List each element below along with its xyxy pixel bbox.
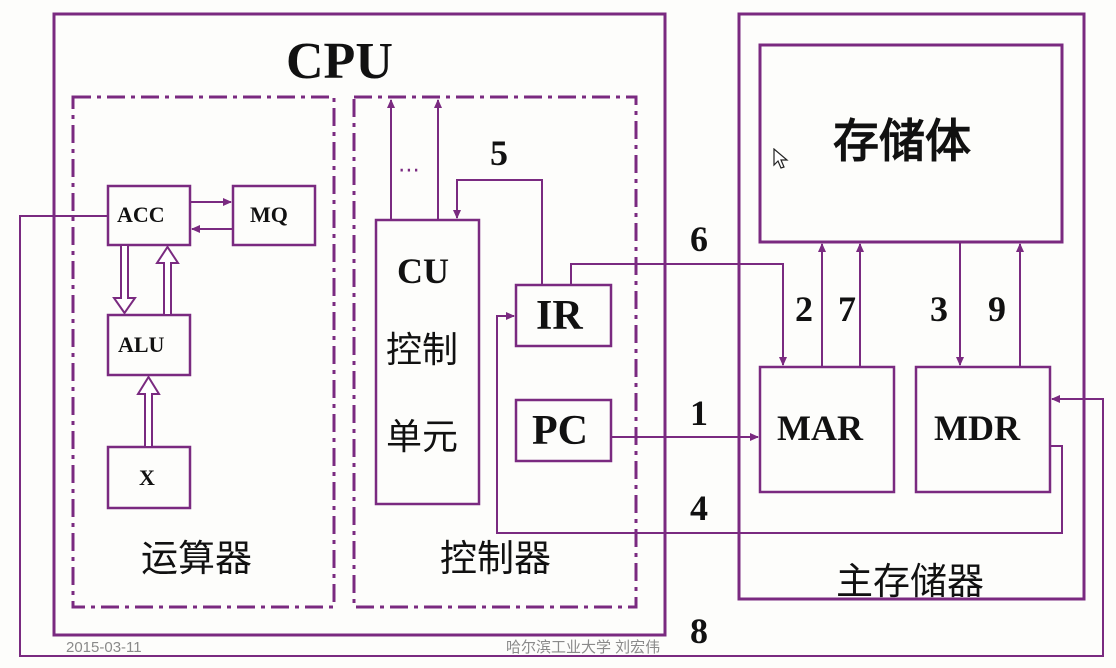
- path-6-ir-to-mar: [570, 263, 787, 366]
- mouse-cursor-icon: [773, 148, 789, 169]
- alu-label: ALU: [118, 332, 165, 357]
- cu-label: CU: [397, 251, 449, 291]
- step-label-8: 8: [690, 611, 708, 651]
- x-to-alu-hollow-arrow: [136, 375, 161, 448]
- step-label-7: 7: [838, 289, 856, 329]
- cu-label-line2: 控制: [386, 330, 459, 371]
- step-label-4: 4: [690, 488, 708, 528]
- step-label-1: 1: [690, 393, 708, 433]
- mar-label: MAR: [777, 408, 863, 448]
- alu-to-acc-hollow-arrow: [155, 245, 180, 316]
- arithmetic-unit-caption: 运算器: [141, 537, 252, 580]
- main-memory-box: [737, 12, 1086, 601]
- mdr-label: MDR: [934, 408, 1020, 448]
- step-label-5: 5: [490, 133, 508, 173]
- pc-label: PC: [532, 408, 588, 454]
- storage-label: 存储体: [833, 114, 971, 168]
- step-label-3: 3: [930, 289, 948, 329]
- arithmetic-unit-region: [71, 95, 336, 609]
- x-label: X: [139, 465, 155, 490]
- mq-label: MQ: [250, 202, 288, 227]
- step-label-2: 2: [795, 289, 813, 329]
- control-unit-caption: 控制器: [440, 537, 551, 580]
- cu-ellipsis: ⋯: [398, 158, 420, 183]
- footer-credit: 哈尔滨工业大学 刘宏伟: [506, 639, 661, 656]
- cpu-title: CPU: [286, 33, 393, 90]
- path-5-ir-to-cu: [453, 179, 543, 285]
- step-label-9: 9: [988, 289, 1006, 329]
- cu-label-line3: 单元: [386, 417, 459, 458]
- footer-date: 2015-03-11: [66, 639, 142, 656]
- ir-label: IR: [536, 293, 583, 339]
- acc-to-alu-hollow-arrow: [112, 244, 137, 315]
- main-memory-caption: 主存储器: [836, 560, 984, 603]
- step-label-6: 6: [690, 219, 708, 259]
- acc-label: ACC: [117, 202, 165, 227]
